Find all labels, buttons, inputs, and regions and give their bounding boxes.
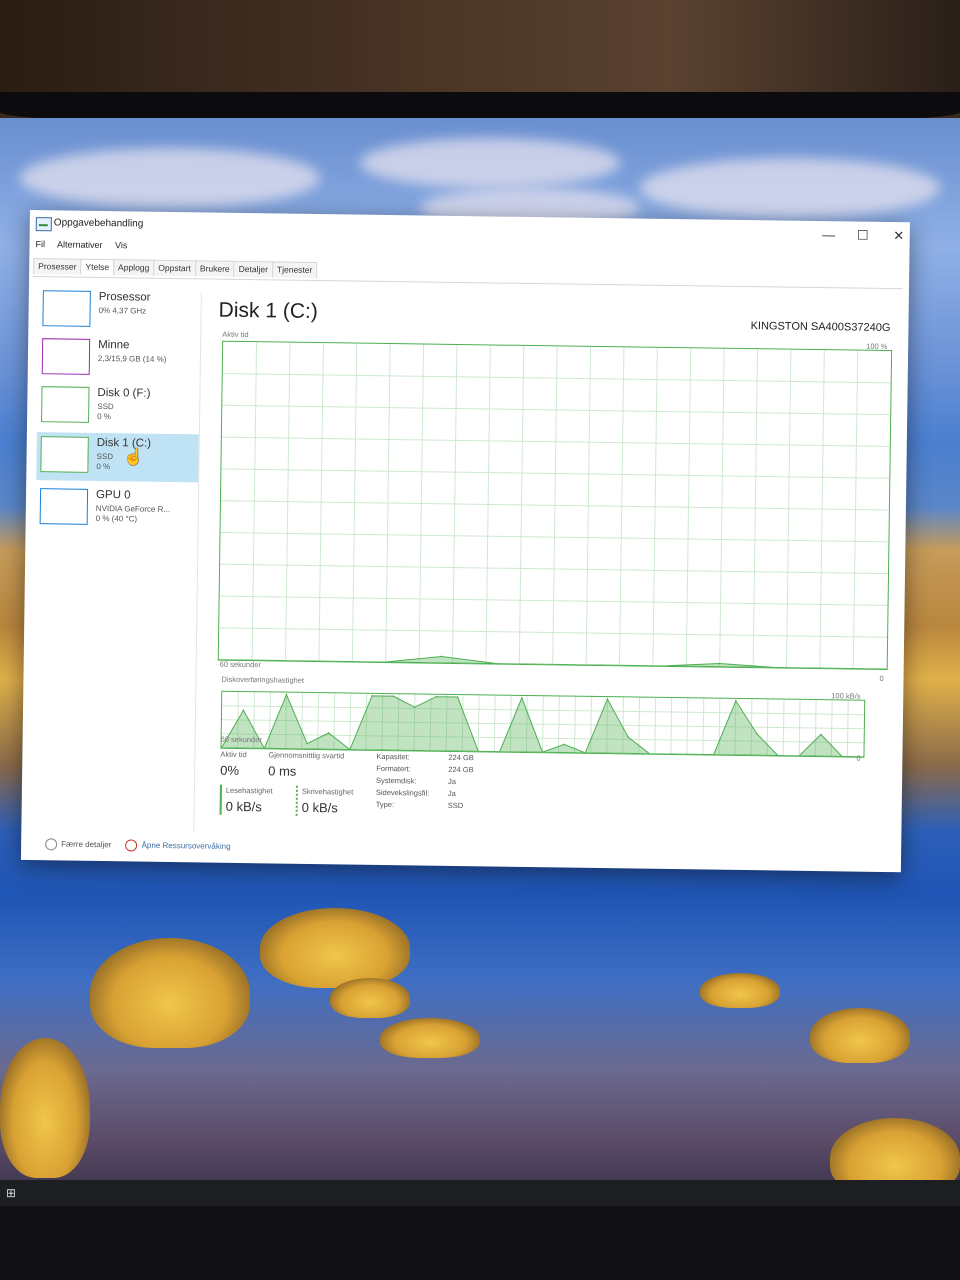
prop-key: Systemdisk: bbox=[376, 775, 417, 786]
tab-processes[interactable]: Prosesser bbox=[33, 258, 82, 275]
sidebar-item-memory[interactable]: Minne 2,3/15,9 GB (14 %) bbox=[38, 334, 201, 384]
cpu-thumbnail bbox=[42, 290, 91, 327]
menu-file[interactable]: Fil bbox=[35, 239, 45, 249]
fewer-details-link[interactable]: Færre detaljer bbox=[61, 840, 111, 850]
sidebar-item-usage: 0 % bbox=[96, 461, 111, 472]
chart1-time: 60 sekunder bbox=[219, 659, 262, 670]
close-button[interactable]: ✕ bbox=[886, 226, 912, 246]
minimize-button[interactable]: — bbox=[816, 225, 842, 245]
write-speed-value: 0 kB/s bbox=[301, 799, 338, 816]
mouse-pointer-icon: ☝ bbox=[123, 449, 144, 467]
sidebar-item-detail: 0% 4,37 GHz bbox=[98, 305, 147, 316]
page-title: Disk 1 (C:) bbox=[218, 298, 318, 324]
tab-details[interactable]: Detaljer bbox=[233, 260, 274, 278]
taskbar: ⊞ bbox=[0, 1180, 960, 1206]
read-speed-label: Lesehastighet bbox=[225, 785, 273, 796]
tab-strip: Prosesser Ytelse Applogg Oppstart Bruker… bbox=[33, 258, 318, 279]
read-speed-value: 0 kB/s bbox=[225, 798, 262, 815]
response-time-label: Gjennomsnittlig svartid bbox=[268, 750, 345, 761]
active-time-value: 0% bbox=[220, 762, 240, 778]
active-time-svg bbox=[218, 342, 891, 670]
chevron-up-icon bbox=[45, 838, 58, 851]
sidebar-item-usage: 0 % (40 °C) bbox=[95, 513, 138, 524]
write-speed-label: Skrivehastighet bbox=[301, 786, 354, 797]
window-title: Oppgavebehandling bbox=[53, 217, 144, 230]
prop-key: Type: bbox=[375, 799, 395, 810]
disk1-thumbnail bbox=[40, 436, 89, 473]
prop-value: Ja bbox=[448, 776, 457, 787]
menu-bar: Fil Alternativer Vis bbox=[35, 239, 137, 254]
response-time-value: 0 ms bbox=[268, 763, 297, 779]
chart1-label: Aktiv tid bbox=[222, 329, 249, 340]
prop-key: Sidevekslingsfil: bbox=[375, 787, 430, 798]
start-icon[interactable]: ⊞ bbox=[6, 1186, 24, 1200]
prop-value: Ja bbox=[447, 788, 456, 799]
sidebar-item-cpu[interactable]: Prosessor 0% 4,37 GHz bbox=[38, 286, 201, 336]
disk0-thumbnail bbox=[41, 386, 90, 423]
write-indicator bbox=[295, 785, 298, 816]
sidebar-item-label: Prosessor bbox=[98, 290, 151, 304]
chart2-min: 0 bbox=[856, 753, 861, 763]
sidebar-item-detail: NVIDIA GeForce R... bbox=[95, 503, 171, 514]
task-manager-icon bbox=[35, 217, 52, 232]
sidebar-item-label: Minne bbox=[98, 338, 130, 352]
resource-monitor-link[interactable]: Åpne Ressursovervåking bbox=[142, 841, 231, 851]
sidebar-item-detail: SSD bbox=[96, 451, 114, 462]
maximize-button[interactable]: ☐ bbox=[850, 225, 876, 245]
menu-view[interactable]: Vis bbox=[115, 240, 127, 250]
sidebar-item-detail: SSD bbox=[97, 401, 114, 412]
gpu-thumbnail bbox=[39, 488, 89, 525]
memory-thumbnail bbox=[41, 338, 91, 375]
sidebar-item-label: Disk 0 (F:) bbox=[97, 386, 151, 400]
prop-key: Formatert: bbox=[376, 763, 411, 774]
chart2-time: 60 sekunder bbox=[220, 734, 262, 745]
prop-value: 224 GB bbox=[448, 764, 474, 775]
performance-sidebar: Prosessor 0% 4,37 GHz Minne 2,3/15,9 GB … bbox=[27, 282, 203, 824]
sidebar-item-disk0[interactable]: Disk 0 (F:) SSD 0 % bbox=[37, 382, 200, 432]
active-time-chart bbox=[217, 340, 893, 671]
sidebar-item-disk1[interactable]: Disk 1 (C:) SSD 0 % bbox=[36, 432, 199, 483]
prop-value: SSD bbox=[447, 800, 464, 811]
prop-value: 224 GB bbox=[448, 752, 474, 763]
footer: Færre detaljer Åpne Ressursovervåking bbox=[45, 838, 231, 853]
sidebar-item-gpu[interactable]: GPU 0 NVIDIA GeForce R... 0 % (40 °C) bbox=[36, 484, 199, 534]
tab-app-history[interactable]: Applogg bbox=[112, 259, 155, 276]
tab-startup[interactable]: Oppstart bbox=[153, 259, 197, 277]
transfer-rate-chart bbox=[220, 690, 866, 758]
sidebar-item-label: GPU 0 bbox=[95, 488, 131, 502]
task-manager-window: Oppgavebehandling — ☐ ✕ Fil Alternativer… bbox=[20, 210, 912, 873]
resource-monitor-icon bbox=[125, 839, 138, 852]
tab-users[interactable]: Brukere bbox=[194, 260, 235, 277]
tab-performance[interactable]: Ytelse bbox=[80, 258, 115, 276]
disk-model: KINGSTON SA400S37240G bbox=[750, 320, 891, 335]
prop-key: Kapasitet: bbox=[376, 751, 410, 762]
read-indicator bbox=[219, 784, 222, 815]
sidebar-item-usage: 0 % bbox=[97, 411, 111, 422]
chart2-label: Diskoverføringshastighet bbox=[221, 674, 305, 685]
transfer-rate-svg bbox=[221, 691, 865, 757]
active-time-label: Aktiv tid bbox=[220, 749, 247, 760]
tab-services[interactable]: Tjenester bbox=[271, 261, 318, 279]
menu-options[interactable]: Alternativer bbox=[57, 239, 103, 250]
sidebar-item-detail: 2,3/15,9 GB (14 %) bbox=[97, 353, 167, 364]
chart1-min: 0 bbox=[879, 673, 884, 683]
